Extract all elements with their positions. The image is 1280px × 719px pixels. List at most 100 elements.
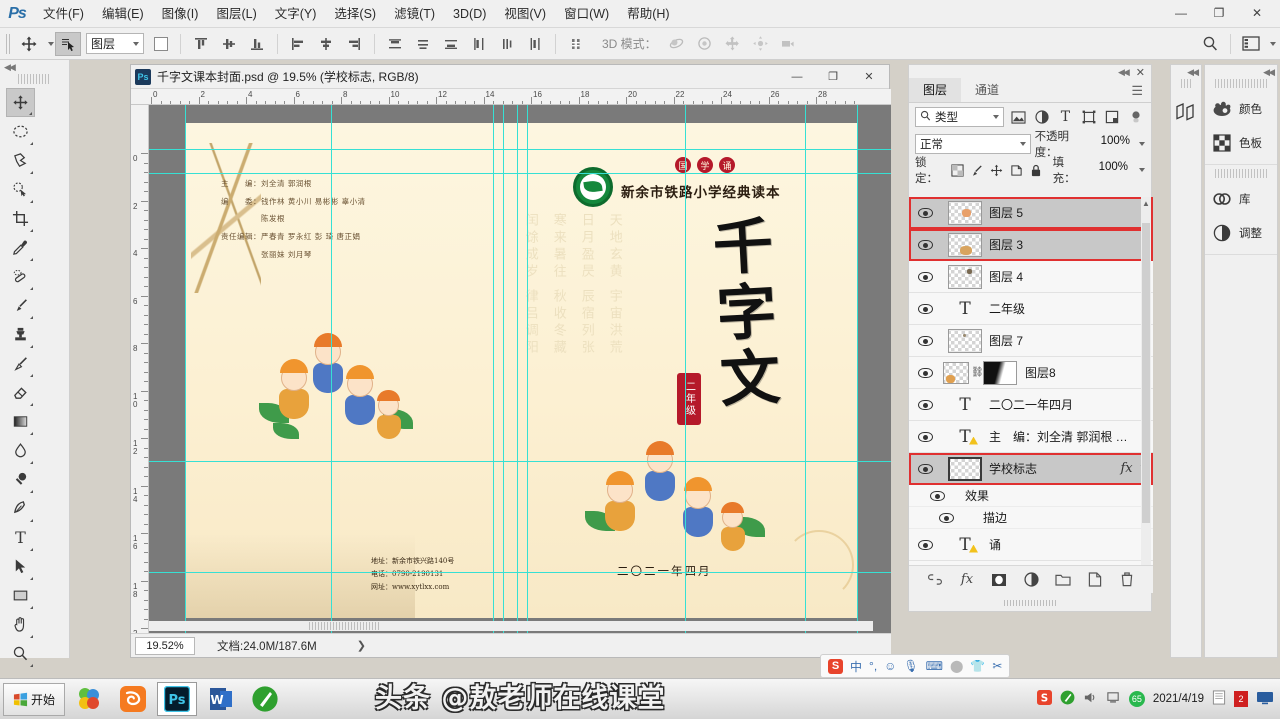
- status-expand-arrow-icon[interactable]: ❯: [357, 639, 366, 652]
- layer-visibility-toggle[interactable]: [909, 399, 941, 410]
- ime-menu-icon[interactable]: ⬤: [950, 659, 963, 673]
- canvas-area[interactable]: 主 编：刘全清 郭润根 编 委：钱作林 黄小川 易彬彬 辜小清 陈发根 责任编辑…: [149, 105, 891, 633]
- layer-visibility-toggle[interactable]: [909, 463, 941, 474]
- menu-select[interactable]: 选择(S): [325, 0, 385, 28]
- lasso-tool[interactable]: [6, 146, 35, 175]
- auto-select-toggle-icon[interactable]: [55, 31, 81, 56]
- layer-visibility-toggle[interactable]: [909, 207, 941, 218]
- ime-voice-icon[interactable]: 🎙: [903, 659, 918, 673]
- options-bar-grip[interactable]: [6, 33, 11, 54]
- menu-view[interactable]: 视图(V): [495, 0, 555, 28]
- taskbar-browser-chrome-icon[interactable]: [69, 682, 109, 716]
- blur-tool[interactable]: [6, 436, 35, 465]
- tools-grip[interactable]: [18, 74, 51, 84]
- guide-vertical[interactable]: [331, 105, 332, 633]
- layer-thumbnail-cell[interactable]: [941, 328, 989, 353]
- layer-name[interactable]: 图层 5: [989, 204, 1153, 221]
- stroke-effect-visibility-toggle[interactable]: [909, 512, 983, 523]
- guide-vertical[interactable]: [517, 105, 518, 633]
- layer-row-editor-text[interactable]: T 主 编：刘全清 郭润根 …: [909, 421, 1153, 453]
- healing-brush-tool[interactable]: [6, 262, 35, 291]
- distribute-bottom-icon[interactable]: [438, 32, 464, 56]
- restore-button[interactable]: ❐: [1200, 2, 1238, 24]
- tab-layers[interactable]: 图层: [909, 78, 962, 102]
- filter-adjustment-icon[interactable]: [1033, 107, 1051, 127]
- layer-thumbnail-cell[interactable]: [941, 232, 989, 257]
- tray-date[interactable]: 2021/4/19: [1153, 693, 1204, 705]
- add-layer-style-button[interactable]: fx: [958, 571, 976, 589]
- layer-row-tuceng5[interactable]: 图层 5: [909, 197, 1153, 229]
- pan-3d-icon[interactable]: [720, 32, 746, 56]
- guide-vertical[interactable]: [503, 105, 504, 633]
- start-button[interactable]: 开始: [3, 682, 65, 716]
- more-align-options-icon[interactable]: [563, 32, 589, 56]
- new-fill-adjustment-button[interactable]: [1022, 571, 1040, 589]
- ime-keyboard-icon[interactable]: ⌨: [926, 659, 943, 673]
- dock-color[interactable]: 颜色: [1205, 92, 1277, 126]
- layer-thumbnail-cell[interactable]: [941, 264, 989, 289]
- menu-layer[interactable]: 图层(L): [207, 0, 265, 28]
- align-left-edges-icon[interactable]: [285, 32, 311, 56]
- distribute-top-icon[interactable]: [382, 32, 408, 56]
- distribute-horizontal-center-icon[interactable]: [494, 32, 520, 56]
- layer-visibility-toggle[interactable]: [909, 271, 941, 282]
- filter-shape-icon[interactable]: [1080, 107, 1098, 127]
- guide-vertical[interactable]: [527, 105, 528, 633]
- auto-select-target-dropdown[interactable]: 图层: [86, 33, 144, 54]
- dock-narrow-collapse-icon[interactable]: ◀◀: [1171, 65, 1201, 79]
- lock-artboard-icon[interactable]: [1009, 162, 1023, 178]
- taskbar-wps-icon[interactable]: [245, 682, 285, 716]
- delete-layer-button[interactable]: [1118, 571, 1136, 589]
- fill-chevron-down-icon[interactable]: [1139, 168, 1146, 172]
- layer-row-tuceng3[interactable]: 图层 3: [909, 229, 1153, 261]
- layer-list-scrollbar-thumb[interactable]: [1142, 223, 1150, 523]
- filter-pixel-icon[interactable]: [1009, 107, 1027, 127]
- tray-sogou-icon[interactable]: S: [1036, 690, 1052, 708]
- taskbar-word-icon[interactable]: W: [201, 682, 241, 716]
- layer-effect-stroke-row[interactable]: 描边: [909, 507, 1153, 529]
- menu-edit[interactable]: 编辑(E): [93, 0, 153, 28]
- lock-transparency-icon[interactable]: [950, 162, 964, 178]
- sogou-ime-icon[interactable]: S: [828, 658, 843, 674]
- layer-effects-indicator-icon[interactable]: fx: [1120, 461, 1138, 476]
- lock-position-icon[interactable]: [990, 162, 1004, 178]
- guide-horizontal[interactable]: [149, 149, 891, 150]
- layer-row-date-text[interactable]: T 二〇二一年四月: [909, 389, 1153, 421]
- path-selection-tool[interactable]: [6, 552, 35, 581]
- menu-file[interactable]: 文件(F): [34, 0, 93, 28]
- minimize-button[interactable]: —: [1162, 2, 1200, 24]
- document-title-bar[interactable]: Ps 千字文课本封面.psd @ 19.5% (学校标志, RGB/8) — ❐…: [131, 65, 889, 89]
- layer-visibility-toggle[interactable]: [909, 239, 941, 250]
- filter-smart-object-icon[interactable]: [1103, 107, 1121, 127]
- move-tool[interactable]: [6, 88, 35, 117]
- mask-link-icon[interactable]: ⛓: [971, 367, 984, 378]
- guide-horizontal[interactable]: [149, 461, 891, 462]
- rectangle-tool[interactable]: [6, 581, 35, 610]
- document-restore-button[interactable]: ❐: [815, 66, 851, 87]
- tray-network-icon[interactable]: [1106, 690, 1121, 708]
- layer-filter-type-dropdown[interactable]: 类型: [915, 107, 1005, 127]
- tray-display-icon[interactable]: [1256, 691, 1274, 708]
- new-layer-button[interactable]: [1086, 571, 1104, 589]
- align-horizontal-centers-icon[interactable]: [313, 32, 339, 56]
- menu-type[interactable]: 文字(Y): [266, 0, 326, 28]
- align-bottom-edges-icon[interactable]: [244, 32, 270, 56]
- layer-mask-thumbnail[interactable]: [983, 360, 1017, 385]
- layer-name[interactable]: 图层 3: [989, 236, 1153, 253]
- blend-mode-dropdown[interactable]: 正常: [915, 134, 1031, 154]
- layer-row-song[interactable]: T 诵: [909, 529, 1153, 561]
- layer-effects-group-row[interactable]: 效果: [909, 485, 1153, 507]
- opacity-chevron-down-icon[interactable]: [1139, 142, 1145, 146]
- scroll-up-arrow-icon[interactable]: ▲: [1141, 199, 1151, 213]
- search-icon[interactable]: [1197, 32, 1223, 56]
- brush-tool[interactable]: [6, 291, 35, 320]
- dock-swatches[interactable]: 色板: [1205, 126, 1277, 160]
- tray-update-badge[interactable]: 2: [1234, 691, 1248, 707]
- collapse-icon[interactable]: ◀◀: [1118, 67, 1130, 78]
- distribute-left-icon[interactable]: [466, 32, 492, 56]
- layer-list[interactable]: 图层 5 图层 3 图层 4 T 二年级 图层 7 ⛓ 图层8 T 二〇二一年四…: [909, 197, 1153, 579]
- layer-visibility-toggle[interactable]: [909, 539, 941, 550]
- fill-value[interactable]: 100%: [1088, 161, 1128, 179]
- guide-horizontal[interactable]: [149, 173, 891, 174]
- dock-wide-collapse-icon[interactable]: ◀◀: [1205, 65, 1277, 79]
